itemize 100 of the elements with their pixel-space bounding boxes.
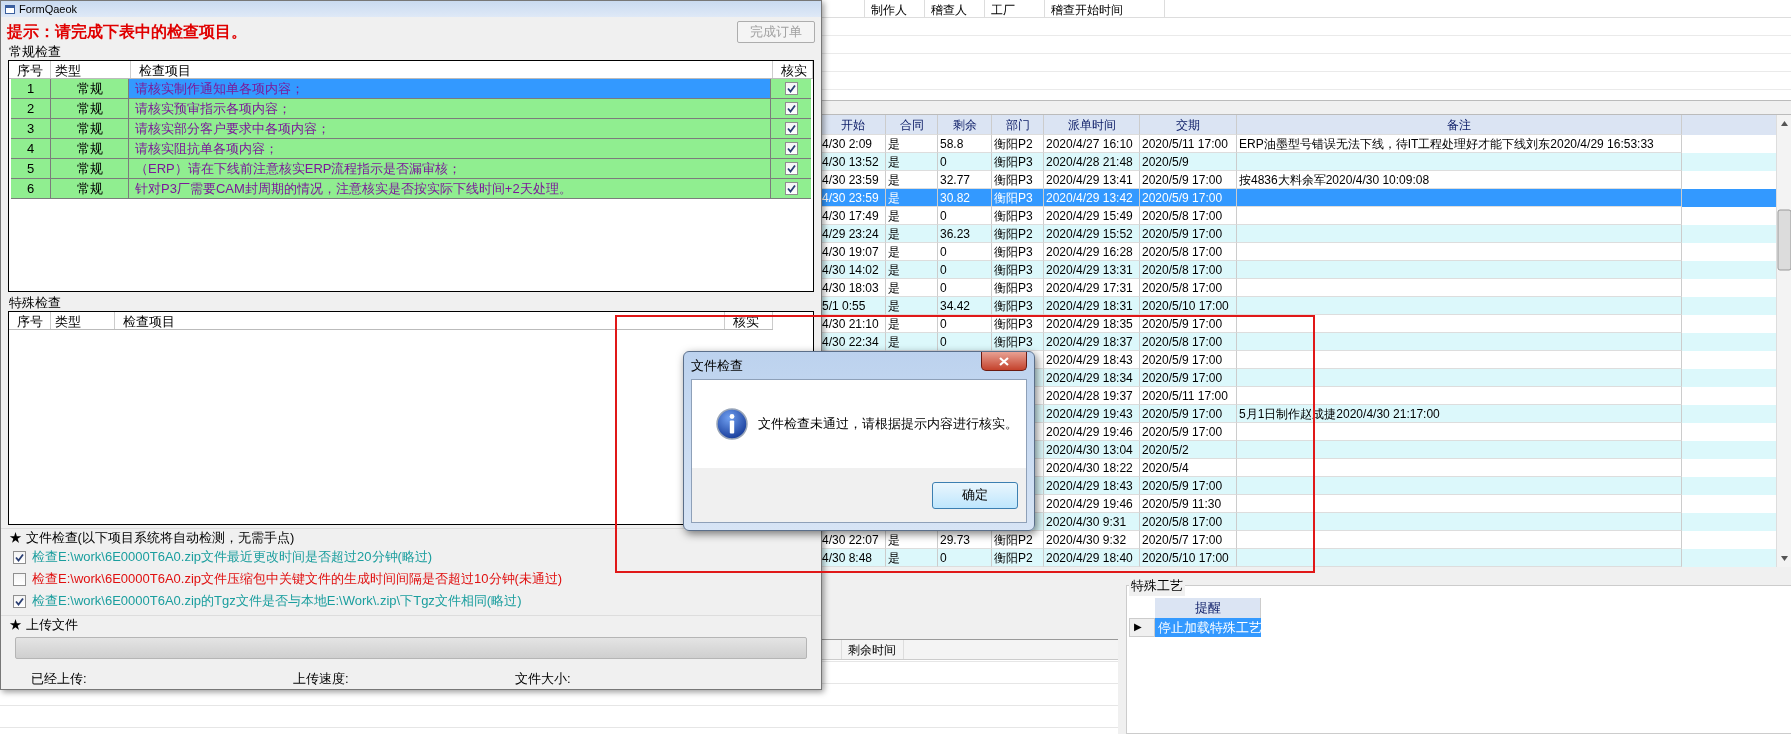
- table-cell-text: 常规: [76, 159, 103, 178]
- column-header: 稽查人: [925, 0, 985, 17]
- table-cell-text: 4/30 23:59: [822, 171, 879, 189]
- table-cell-text: 4/29 23:24: [822, 225, 879, 243]
- table-cell-text: 3: [26, 119, 35, 138]
- window-title: FormQaeok: [19, 3, 78, 15]
- table-cell-text: 衡阳P3: [994, 261, 1033, 279]
- table-cell-text: 2020/5/11 17:00: [1142, 387, 1228, 405]
- table-cell-text: 2020/4/29 19:46: [1046, 423, 1133, 441]
- table-cell-text: 是: [888, 333, 900, 351]
- column-header: 剩余: [938, 115, 992, 135]
- table-cell-text: 0: [940, 279, 947, 297]
- section-label: 特殊检查: [8, 295, 62, 311]
- table-row[interactable]: 5/1 0:55 是 34.42 衡阳P3 2020/4/29 18:31 2020/5/10 17:00: [820, 297, 1776, 315]
- checkbox[interactable]: [784, 182, 798, 195]
- table-cell-text: 0: [940, 549, 947, 567]
- checkbox[interactable]: [784, 122, 798, 135]
- table-cell-text: 是: [888, 171, 900, 189]
- table-row[interactable]: 4/30 14:02 是 0 衡阳P3 2020/4/29 13:31 2020/5/8 17:00: [820, 261, 1776, 279]
- table-cell-text: 是: [888, 315, 900, 333]
- dialog-title: 文件检查: [691, 356, 743, 375]
- ok-button[interactable]: 确定: [932, 481, 1018, 509]
- checkbox[interactable]: [13, 594, 26, 608]
- table-cell-text: 2020/5/2: [1142, 441, 1189, 459]
- table-cell-text: 2020/5/9 17:00: [1142, 351, 1223, 369]
- row-marker: ▶: [1129, 617, 1155, 637]
- table-cell-text: 2020/4/29 18:40: [1046, 549, 1133, 567]
- table-cell[interactable]: 请核实阻抗单各项内容；: [129, 139, 771, 158]
- table-cell-text: 常规: [76, 139, 103, 158]
- checkbox[interactable]: [13, 550, 26, 564]
- column-header: 类型: [51, 312, 115, 329]
- table-cell-text: 2020/5/8 17:00: [1142, 243, 1223, 261]
- table-cell-text: 2020/5/8 17:00: [1142, 279, 1223, 297]
- checkbox[interactable]: [784, 142, 798, 155]
- column-header: 序号: [9, 61, 51, 78]
- table-cell-text: 29.73: [940, 531, 971, 549]
- table-cell-text: 2020/4/29 15:49: [1046, 207, 1133, 225]
- section-label: 常规检查: [8, 44, 62, 60]
- table-cell-text: 2020/5/9 17:00: [1142, 189, 1223, 207]
- table-cell-text: 衡阳P2: [994, 135, 1033, 153]
- table-row[interactable]: 4/30 13:52 是 0 衡阳P3 2020/4/28 21:48 2020/5/9: [820, 153, 1776, 171]
- column-header: 稽查开始时间: [1045, 0, 1165, 17]
- table-row[interactable]: 4/30 22:34 是 0 衡阳P3 2020/4/29 18:37 2020/5/8 17:00: [820, 333, 1776, 351]
- table-cell[interactable]: 请核实预审指示各项内容；: [129, 99, 771, 118]
- table-cell-text: 4/30 13:52: [822, 153, 879, 171]
- close-button[interactable]: [981, 352, 1027, 371]
- table-cell-text: 4/30 14:02: [822, 261, 879, 279]
- table-cell-text: 是: [888, 261, 900, 279]
- table-row[interactable]: 4/30 8:48 是 0 衡阳P2 2020/4/29 18:40 2020/5/10 17:00: [820, 549, 1776, 567]
- table-cell-text: 5: [26, 159, 35, 178]
- table-cell-text: 是: [888, 279, 900, 297]
- table-cell-text: 2020/5/10 17:00: [1142, 549, 1229, 567]
- table-cell-text: 2020/4/30 9:31: [1046, 513, 1127, 531]
- table-cell-text: 衡阳P3: [994, 153, 1033, 171]
- table-cell-text: 衡阳P3: [994, 315, 1033, 333]
- table-cell-text: 衡阳P2: [994, 225, 1033, 243]
- table-cell-text: 2020/5/4: [1142, 459, 1189, 477]
- table-cell[interactable]: 针对P3厂需要CAM封周期的情况，注意核实是否按实际下线时间+2天处理。: [129, 179, 771, 198]
- table-row[interactable]: 4/29 23:24 是 36.23 衡阳P2 2020/4/29 15:52 2020/5/9 17:00: [820, 225, 1776, 243]
- table-cell-text: 2020/4/29 18:43: [1046, 351, 1133, 369]
- table-cell-text: 是: [888, 189, 900, 207]
- checkbox[interactable]: [784, 102, 798, 115]
- table-cell[interactable]: （ERP）请在下线前注意核实ERP流程指示是否漏审核；: [129, 159, 771, 178]
- table-cell-text: 1: [26, 79, 35, 98]
- table-cell-text: 是: [888, 531, 900, 549]
- table-cell-text: 2020/5/9 17:00: [1142, 171, 1223, 189]
- table-cell[interactable]: 请核实部分客户要求中各项内容；: [129, 119, 771, 138]
- table-cell-text: 2020/4/27 16:10: [1046, 135, 1133, 153]
- table-cell-text: 2020/4/29 18:37: [1046, 333, 1133, 351]
- table-cell-text: 是: [888, 135, 900, 153]
- checkbox[interactable]: [784, 82, 798, 95]
- checkbox[interactable]: [13, 572, 26, 586]
- section-title: ★ 上传文件: [1, 615, 821, 633]
- table-cell-text: 是: [888, 153, 900, 171]
- table-cell-text: 衡阳P3: [994, 207, 1033, 225]
- table-cell-text: 2020/4/29 13:41: [1046, 171, 1133, 189]
- table-cell-text: 2020/4/29 19:43: [1046, 405, 1133, 423]
- table-cell-text: 是: [888, 207, 900, 225]
- table-cell-text: 2020/5/9 17:00: [1142, 225, 1223, 243]
- table-cell-text: 0: [940, 153, 947, 171]
- table-cell-text: 2020/5/11 17:00: [1142, 135, 1228, 153]
- table-cell-text: 2020/4/29 18:35: [1046, 315, 1133, 333]
- table-cell-text: 衡阳P3: [994, 189, 1033, 207]
- column-header: 派单时间: [1044, 115, 1140, 135]
- field-label: 上传速度:: [293, 670, 350, 688]
- checkbox[interactable]: [784, 162, 798, 175]
- table-cell-text: 4/30 23:59: [822, 189, 879, 207]
- table-cell-text: 常规: [76, 79, 103, 98]
- column-header: 检查项目: [131, 61, 773, 78]
- table-cell-text: 衡阳P3: [994, 279, 1033, 297]
- group-title: 特殊工艺: [1129, 576, 1185, 596]
- column-header: 提醒: [1155, 598, 1261, 618]
- hint-text: 提示：请完成下表中的检查项目。: [7, 22, 247, 42]
- check-result-text: 检查E:\work\6E0000T6A0.zip的Tgz文件是否与本地E:\Work\.zip\下Tgz文件相同(略过): [32, 592, 522, 611]
- table-cell-text: 衡阳P2: [994, 531, 1033, 549]
- table-cell-text: 2: [26, 99, 35, 118]
- table-cell-text: 4/30 22:34: [822, 333, 879, 351]
- column-header: 制作人: [865, 0, 925, 17]
- table-cell-text: 4/30 18:03: [822, 279, 879, 297]
- table-cell-text: 0: [940, 261, 947, 279]
